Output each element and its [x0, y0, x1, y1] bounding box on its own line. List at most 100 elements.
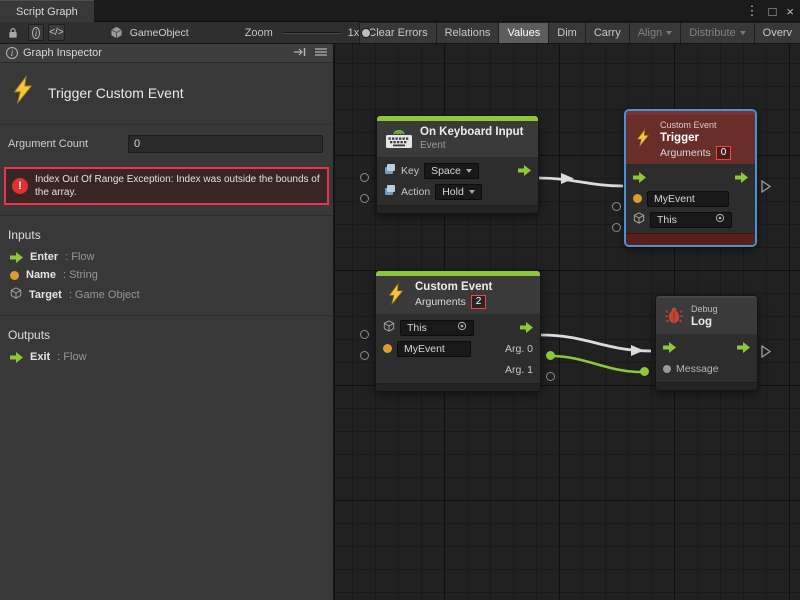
carry-button[interactable]: Carry — [585, 22, 629, 44]
lock-icon[interactable] — [5, 24, 21, 42]
action-dropdown[interactable]: Hold — [435, 184, 482, 200]
error-message-box: ! Index Out Of Range Exception: Index wa… — [4, 167, 329, 205]
dim-button[interactable]: Dim — [548, 22, 585, 44]
port-circle-event-target[interactable] — [360, 330, 369, 339]
port-circle-action[interactable] — [360, 194, 369, 203]
node-debug-log[interactable]: Debug Log Message — [655, 295, 758, 391]
string-port-icon — [10, 271, 19, 280]
string-port-icon[interactable] — [633, 194, 642, 203]
port-label-action: Action — [401, 186, 430, 198]
tab-script-graph[interactable]: Script Graph — [0, 0, 94, 22]
object-picker-icon[interactable] — [457, 321, 467, 335]
divider — [0, 315, 333, 316]
zoom-slider[interactable] — [283, 26, 340, 40]
target-field[interactable]: This — [400, 320, 474, 336]
object-picker-icon[interactable] — [715, 213, 725, 227]
inspector-header: i Graph Inspector — [0, 44, 333, 63]
cube-icon[interactable] — [633, 212, 645, 227]
port-circle-event-name[interactable] — [360, 351, 369, 360]
argument-count-label: Argument Count — [8, 138, 128, 150]
maximize-icon[interactable]: □ — [769, 4, 777, 19]
align-dropdown[interactable]: Align — [629, 22, 680, 44]
node-footer — [626, 233, 755, 245]
trigger-exit-port[interactable] — [761, 180, 771, 193]
node-category: Debug — [691, 303, 718, 316]
lightning-bolt-icon — [384, 282, 408, 309]
node-custom-event[interactable]: Custom Event Arguments2 This MyEvent Arg — [375, 270, 541, 392]
info-toggle-icon[interactable]: i — [28, 24, 44, 41]
output-port-exit: Exit : Flow — [0, 348, 333, 366]
graph-canvas[interactable]: On Keyboard Input Event Key Space Action… — [335, 44, 800, 600]
lightning-bolt-icon — [633, 128, 653, 151]
node-on-keyboard-input[interactable]: On Keyboard Input Event Key Space Action… — [376, 115, 539, 214]
unity-window: Script Graph ⋮ □ × i </> GameObject Zoom… — [0, 0, 800, 600]
zoom-slider-knob[interactable] — [361, 28, 371, 38]
port-circle-trigger-target[interactable] — [612, 223, 621, 232]
debug-exit-port[interactable] — [761, 345, 771, 358]
port-circle-trigger-name[interactable] — [612, 202, 621, 211]
event-name-field[interactable]: MyEvent — [397, 341, 471, 357]
input-port-enter: Enter : Flow — [0, 248, 333, 266]
port-label-arg0: Arg. 0 — [505, 343, 533, 355]
arguments-count-badge: 0 — [716, 146, 732, 160]
flow-in-icon[interactable] — [663, 342, 676, 353]
target-field[interactable]: This — [650, 212, 732, 228]
node-title: Log — [691, 316, 718, 329]
page-title: Trigger Custom Event — [48, 85, 184, 101]
inspector-title-block: Trigger Custom Event — [0, 63, 333, 125]
argument-count-row: Argument Count — [0, 125, 333, 159]
arguments-label: Arguments — [660, 147, 711, 160]
message-port-icon[interactable] — [663, 365, 671, 373]
string-port-icon[interactable] — [383, 344, 392, 353]
flow-out-icon[interactable] — [520, 322, 533, 333]
event-name-field[interactable]: MyEvent — [647, 191, 729, 207]
error-message-text: Index Out Of Range Exception: Index was … — [35, 173, 321, 199]
close-icon[interactable]: × — [786, 4, 794, 19]
flow-out-icon[interactable] — [735, 172, 748, 183]
gameobject-selector[interactable]: GameObject — [109, 24, 189, 42]
dock-icon[interactable] — [294, 47, 307, 60]
argument-count-input[interactable] — [128, 135, 323, 153]
zoom-slider-track[interactable] — [283, 32, 340, 34]
zoom-label: Zoom — [245, 27, 273, 39]
cube-icon[interactable] — [383, 320, 395, 335]
flow-out-icon[interactable] — [518, 165, 531, 176]
node-footer — [376, 383, 540, 391]
keycode-type-icon — [384, 163, 396, 178]
port-circle-key[interactable] — [360, 173, 369, 182]
port-circle-arg1[interactable] — [546, 372, 555, 381]
chevron-down-icon — [740, 31, 746, 35]
arguments-label: Arguments — [415, 296, 466, 309]
flow-in-icon[interactable] — [633, 172, 646, 183]
code-icon[interactable]: </> — [48, 24, 65, 41]
port-label-arg1: Arg. 1 — [505, 364, 533, 376]
divider — [0, 215, 333, 216]
port-circle-arg0-connected[interactable] — [546, 351, 555, 360]
distribute-dropdown[interactable]: Distribute — [680, 22, 753, 44]
node-footer — [377, 205, 538, 213]
inputs-header: Inputs — [0, 220, 333, 248]
values-button[interactable]: Values — [498, 22, 548, 44]
zoom-value: 1x — [348, 27, 360, 39]
presets-menu-icon[interactable] — [315, 47, 327, 60]
port-circle-message-connected[interactable] — [640, 367, 649, 376]
inspector-header-title: Graph Inspector — [23, 47, 102, 59]
port-label-key: Key — [401, 165, 419, 177]
chevron-down-icon — [666, 31, 672, 35]
flow-arrow-icon — [10, 352, 23, 363]
graph-inspector-panel: i Graph Inspector Trigger Custom Event A… — [0, 44, 335, 600]
node-trigger-custom-event[interactable]: Custom Event Trigger Arguments0 MyEvent — [625, 110, 756, 246]
chevron-down-icon — [466, 169, 472, 173]
kebab-menu-icon[interactable]: ⋮ — [746, 3, 759, 19]
node-title: Custom Event — [415, 281, 492, 294]
custom-event-icon — [8, 75, 38, 110]
relations-button[interactable]: Relations — [436, 22, 499, 44]
node-category: Custom Event — [660, 119, 731, 132]
cube-icon — [10, 287, 22, 302]
gameobject-label: GameObject — [130, 27, 189, 39]
key-dropdown[interactable]: Space — [424, 163, 479, 179]
outputs-header: Outputs — [0, 320, 333, 348]
overview-button[interactable]: Overv — [754, 22, 800, 44]
keycode-type-icon — [384, 184, 396, 199]
flow-out-icon[interactable] — [737, 342, 750, 353]
